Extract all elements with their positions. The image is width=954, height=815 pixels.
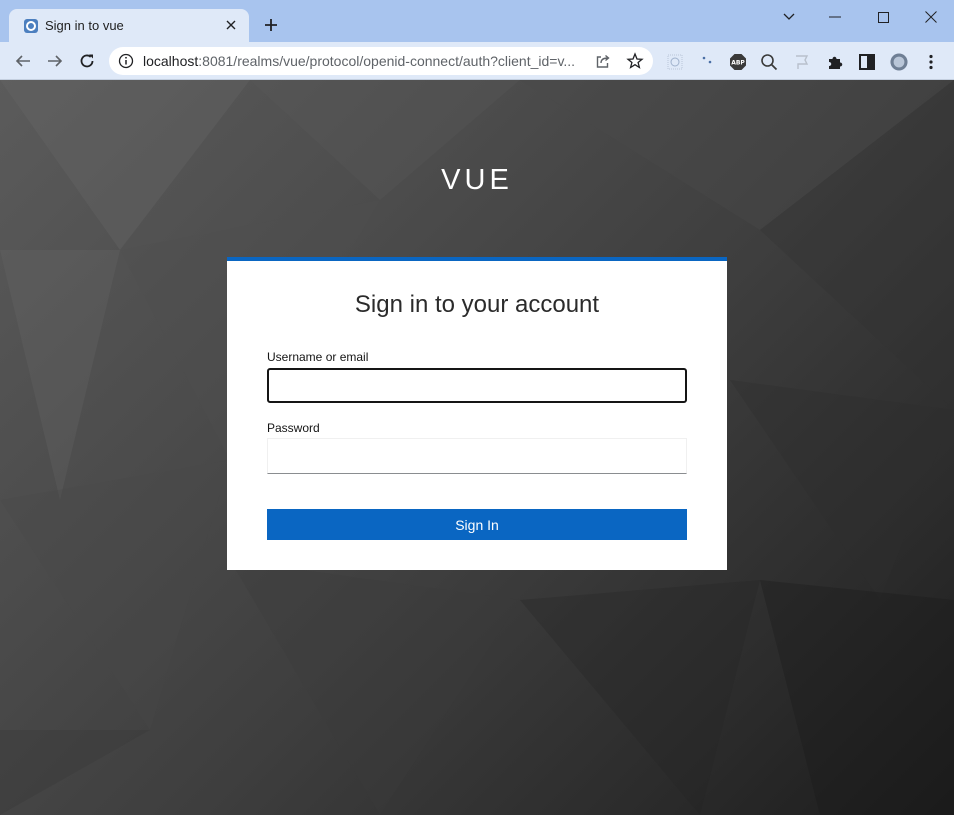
flag-extension-icon[interactable] (793, 53, 811, 71)
title-bar: Sign in to vue (0, 0, 954, 42)
close-window-icon[interactable] (908, 4, 954, 30)
browser-tab[interactable]: Sign in to vue (9, 9, 249, 42)
menu-kebab-icon[interactable] (922, 53, 940, 71)
bookmark-star-icon[interactable] (626, 52, 644, 70)
username-label: Username or email (267, 350, 369, 364)
close-tab-icon[interactable] (221, 15, 241, 35)
realm-brand: VUE (441, 164, 513, 196)
extension-dots-icon[interactable] (666, 53, 684, 71)
back-arrow-icon[interactable] (11, 49, 35, 73)
puzzle-icon[interactable] (826, 53, 844, 71)
password-input[interactable] (267, 438, 687, 474)
site-info-icon[interactable] (118, 53, 134, 69)
maximize-icon[interactable] (860, 4, 906, 30)
tab-search-chevron-icon[interactable] (766, 4, 812, 30)
svg-text:ABP: ABP (731, 60, 745, 67)
sign-in-button[interactable]: Sign In (267, 509, 687, 540)
username-input[interactable] (267, 368, 687, 403)
page-viewport: VUE Sign in to your account Username or … (0, 80, 954, 815)
login-card: Sign in to your account Username or emai… (227, 257, 727, 570)
profile-icon[interactable] (890, 53, 908, 71)
zoom-icon[interactable] (760, 53, 778, 71)
new-tab-icon[interactable] (260, 14, 282, 36)
forward-arrow-icon[interactable] (43, 49, 67, 73)
share-icon[interactable] (595, 53, 611, 69)
extension-stars-icon[interactable] (698, 53, 716, 71)
url-text[interactable]: localhost:8081/realms/vue/protocol/openi… (143, 53, 593, 69)
address-bar[interactable]: localhost:8081/realms/vue/protocol/openi… (109, 47, 653, 75)
url-path: :8081/realms/vue/protocol/openid-connect… (198, 53, 576, 69)
tab-title: Sign in to vue (45, 18, 124, 33)
minimize-icon[interactable] (812, 4, 858, 30)
password-label: Password (267, 421, 320, 435)
url-host: localhost (143, 53, 199, 69)
login-title: Sign in to your account (354, 291, 600, 318)
abp-icon[interactable]: ABP (729, 53, 747, 71)
sidepanel-icon[interactable] (858, 53, 876, 71)
browser-toolbar: localhost:8081/realms/vue/protocol/openi… (0, 42, 954, 80)
keycloak-favicon-icon (23, 18, 39, 34)
reload-icon[interactable] (75, 49, 99, 73)
